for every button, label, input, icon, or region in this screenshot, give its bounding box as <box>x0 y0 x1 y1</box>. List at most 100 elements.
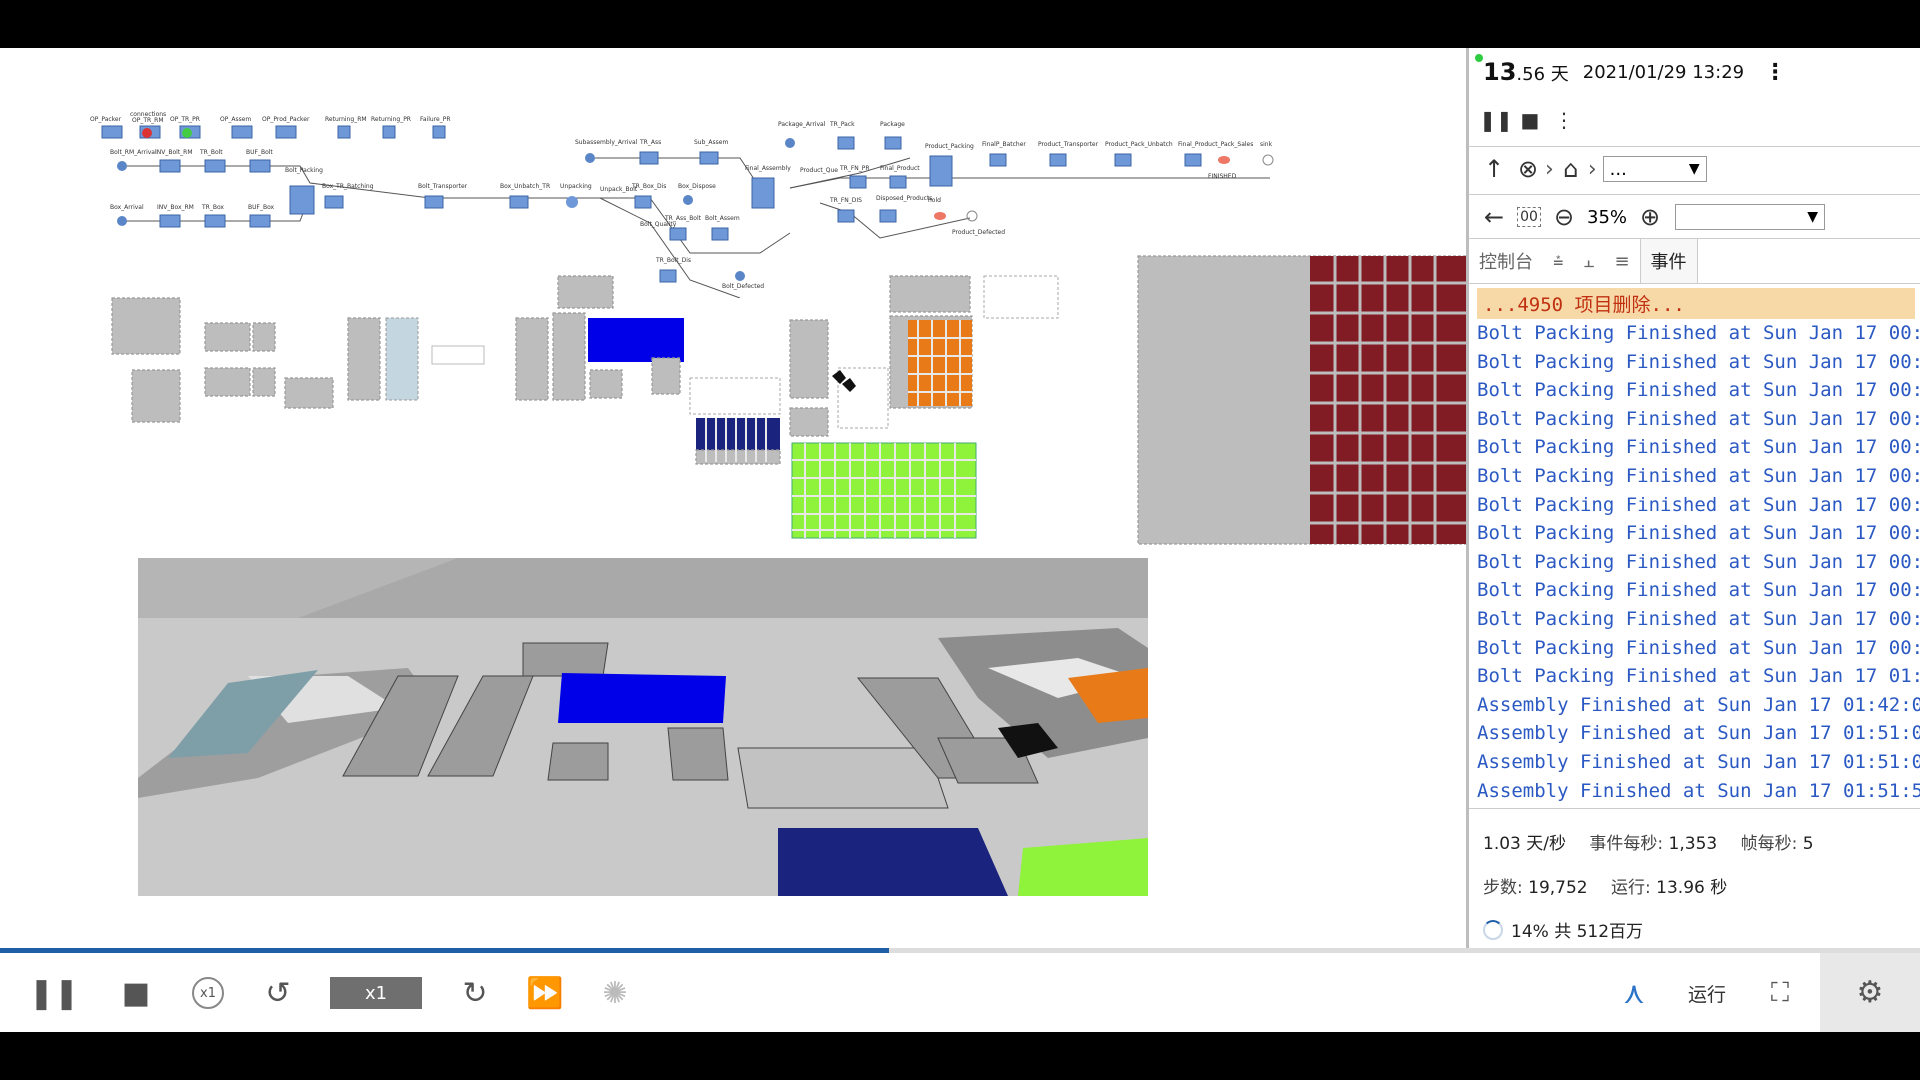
cancel-icon[interactable]: ⊗ <box>1511 152 1545 186</box>
console-log[interactable]: ...4950 项目删除... Bolt Packing Finished at… <box>1469 288 1920 808</box>
svg-text:TR_Ass_Bolt: TR_Ass_Bolt <box>664 215 702 222</box>
3d-green-block <box>1018 838 1148 896</box>
realtime-button[interactable]: x1 <box>188 971 228 1015</box>
svg-text:Subassembly_Arrival: Subassembly_Arrival <box>575 139 638 146</box>
svg-text:Bolt_Assem: Bolt_Assem <box>705 215 740 222</box>
svg-text:TR_Ass: TR_Ass <box>639 139 661 146</box>
speed-up-icon[interactable]: ↻ <box>455 971 495 1015</box>
up-arrow-icon[interactable]: ↑ <box>1477 152 1511 186</box>
step-count: 19,752 <box>1528 878 1588 898</box>
model-canvas[interactable]: OP_Packer connections OP_TR_RM OP_TR_PR … <box>0 48 1466 948</box>
view-toolbar: ← 00 ⊖ 35% ⊕ ▼ <box>1469 194 1920 239</box>
loading-spinner-icon: ✺ <box>602 975 628 1011</box>
svg-text:Bolt_Packing: Bolt_Packing <box>285 167 323 174</box>
svg-text:TR_Pack: TR_Pack <box>829 121 855 128</box>
scroll-lock-icon[interactable]: ⫠ <box>1574 239 1605 283</box>
log-line: Bolt Packing Finished at Sun Jan 17 00:4… <box>1477 464 1920 487</box>
log-line: Bolt Packing Finished at Sun Jan 17 00:5… <box>1477 636 1920 659</box>
svg-text:BUF_Bolt: BUF_Bolt <box>246 149 273 156</box>
back-arrow-icon[interactable]: ← <box>1477 200 1511 234</box>
bottom-black-bar <box>0 1032 1920 1080</box>
svg-text:Final_Product: Final_Product <box>880 165 920 172</box>
more-icon[interactable]: ⋮ <box>1764 60 1786 85</box>
svg-text:BUF_Box: BUF_Box <box>248 204 275 211</box>
svg-text:Product_Que: Product_Que <box>800 167 838 174</box>
wrap-icon[interactable]: ≡ <box>1604 239 1639 283</box>
view-3d[interactable] <box>138 558 1148 896</box>
svg-text:FINISHED: FINISHED <box>1208 173 1237 180</box>
svg-text:INV_Bolt_RM: INV_Bolt_RM <box>155 149 193 156</box>
svg-text:Returning_PR: Returning_PR <box>371 116 411 123</box>
speed-button[interactable]: x1 <box>330 977 422 1009</box>
svg-text:TR_FN_DIS: TR_FN_DIS <box>829 197 862 204</box>
zoom-level: 35% <box>1587 206 1628 228</box>
simulation-app: OP_Packer connections OP_TR_RM OP_TR_PR … <box>0 48 1920 1032</box>
clear-icon[interactable]: ⩮ <box>1543 239 1574 283</box>
svg-text:Final_Product_Pack_Sales: Final_Product_Pack_Sales <box>1178 141 1253 148</box>
svg-text:TR_Box: TR_Box <box>201 204 224 211</box>
more-icon[interactable]: ⋮ <box>1547 103 1581 137</box>
zoom-fit-icon[interactable]: 00 <box>1517 207 1541 227</box>
console-tabs: 控制台 ⩮ ⫠ ≡ 事件 <box>1469 238 1920 284</box>
log-line: Bolt Packing Finished at Sun Jan 17 00:4… <box>1477 407 1920 430</box>
3d-blue-block <box>558 673 726 723</box>
svg-text:OP_Prod_Packer: OP_Prod_Packer <box>262 116 310 123</box>
view-select[interactable]: ▼ <box>1675 204 1826 230</box>
anylogic-logo-icon: ⋏ <box>1623 975 1645 1011</box>
log-line: Bolt Packing Finished at Sun Jan 17 00:4… <box>1477 379 1920 402</box>
svg-text:Product_Defected: Product_Defected <box>952 229 1005 236</box>
tab-events[interactable]: 事件 <box>1639 239 1698 283</box>
fullscreen-icon[interactable]: ⛶ <box>1760 971 1800 1015</box>
home-icon[interactable]: ⌂ <box>1554 152 1588 186</box>
svg-text:TR_FN_PR: TR_FN_PR <box>839 165 870 172</box>
svg-text:Bolt_Quality: Bolt_Quality <box>640 221 677 228</box>
svg-text:Returning_RM: Returning_RM <box>325 116 367 123</box>
svg-text:Product_Transporter: Product_Transporter <box>1038 141 1099 148</box>
slow-down-icon[interactable]: ↺ <box>258 971 298 1015</box>
svg-text:TR_Bolt: TR_Bolt <box>199 149 223 156</box>
log-line: Assembly Finished at Sun Jan 17 01:42:00 <box>1477 693 1920 716</box>
log-warning: ...4950 项目删除... <box>1477 288 1915 319</box>
run-label[interactable]: 运行 <box>1682 971 1732 1015</box>
svg-text:Package_Arrival: Package_Arrival <box>778 121 826 128</box>
svg-text:sink: sink <box>1260 141 1273 148</box>
log-line: Assembly Finished at Sun Jan 17 01:51:06 <box>1477 722 1920 745</box>
svg-text:Disposed_Products: Disposed_Products <box>876 195 932 202</box>
zoom-in-icon[interactable]: ⊕ <box>1633 200 1667 234</box>
time-header: 13.56 天 2021/01/29 13:29 ⋮ <box>1483 58 1786 86</box>
frames-per-second: 5 <box>1802 834 1814 854</box>
top-black-bar <box>0 0 1920 48</box>
svg-text:Final_Assembly: Final_Assembly <box>745 165 791 172</box>
svg-text:Bolt_Transporter: Bolt_Transporter <box>418 183 468 190</box>
log-line: Bolt Packing Finished at Sun Jan 17 01:0… <box>1477 665 1920 688</box>
run-toolbar: ❚❚ ■ ⋮ <box>1469 100 1920 140</box>
fast-forward-icon[interactable]: ⏩ <box>525 971 565 1015</box>
svg-text:Box_Arrival: Box_Arrival <box>110 204 144 211</box>
log-line: Bolt Packing Finished at Sun Jan 17 00:5… <box>1477 522 1920 545</box>
svg-text:Bolt_RM_Arrival: Bolt_RM_Arrival <box>110 149 157 156</box>
svg-text:Unpacking: Unpacking <box>560 183 592 190</box>
path-select[interactable]: ... ▼ <box>1602 156 1707 182</box>
stop-icon[interactable]: ■ <box>1513 103 1547 137</box>
pause-button[interactable]: ❚❚ <box>29 971 79 1015</box>
svg-text:Box_Dispose: Box_Dispose <box>678 183 716 190</box>
log-line: Bolt Packing Finished at Sun Jan 17 00:3… <box>1477 322 1920 344</box>
log-line: Bolt Packing Finished at Sun Jan 17 00:3… <box>1477 350 1920 373</box>
svg-text:Box_TR_Batching: Box_TR_Batching <box>322 183 374 190</box>
svg-text:OP_Packer: OP_Packer <box>90 116 122 123</box>
log-line: Bolt Packing Finished at Sun Jan 17 00:5… <box>1477 550 1920 573</box>
dark-red-buffer-block <box>1310 256 1466 544</box>
bolt-row: Bolt_RM_Arrival INV_Bolt_RM TR_Bolt BUF_… <box>110 149 716 215</box>
zoom-out-icon[interactable]: ⊖ <box>1547 200 1581 234</box>
nav-toolbar: ↑ ⊗ › ⌂ › ... ▼ <box>1469 146 1920 191</box>
stop-button[interactable]: ■ <box>118 971 154 1015</box>
resource-row: OP_Packer connections OP_TR_RM OP_TR_PR … <box>90 111 451 139</box>
pause-icon[interactable]: ❚❚ <box>1479 103 1513 137</box>
log-line: Assembly Finished at Sun Jan 17 01:51:06 <box>1477 750 1920 773</box>
svg-text:OP_TR_RM: OP_TR_RM <box>132 117 164 124</box>
tab-console[interactable]: 控制台 <box>1469 239 1543 283</box>
spinner-icon <box>1483 919 1503 940</box>
settings-icon[interactable]: ⚙ <box>1820 953 1920 1032</box>
svg-text:Product_Packing: Product_Packing <box>925 143 974 150</box>
svg-text:Failure_PR: Failure_PR <box>420 116 451 123</box>
